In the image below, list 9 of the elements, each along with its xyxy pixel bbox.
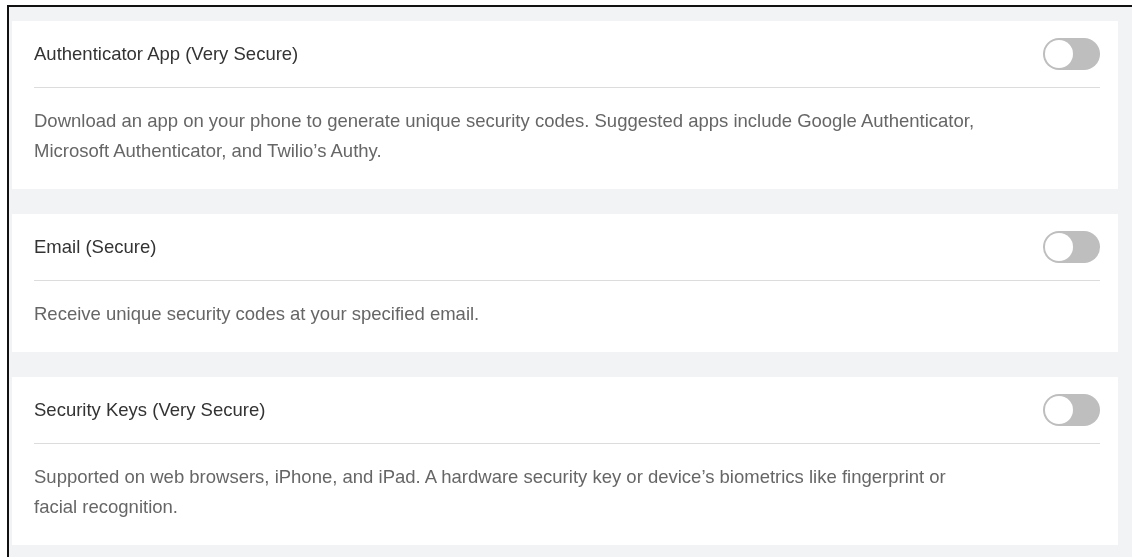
- toggle-switch[interactable]: [1043, 38, 1100, 70]
- toggle-switch[interactable]: [1043, 394, 1100, 426]
- method-title: Security Keys (Very Secure): [34, 399, 266, 421]
- method-title: Authenticator App (Very Secure): [34, 43, 299, 65]
- method-description: Receive unique security codes at your specified email.: [34, 302, 481, 326]
- method-title: Email (Secure): [34, 236, 157, 258]
- toggle-switch[interactable]: [1043, 231, 1100, 263]
- method-description: Download an app on your phone to generate unique security codes. Suggested apps include Google Authenticator, Microsoft Authenticator, and Twilio’s Authy.: [34, 109, 976, 163]
- method-description: Supported on web browsers, iPhone, and iPad. A hardware security key or device’s biometrics like fingerprint or facial recognition.: [34, 465, 947, 519]
